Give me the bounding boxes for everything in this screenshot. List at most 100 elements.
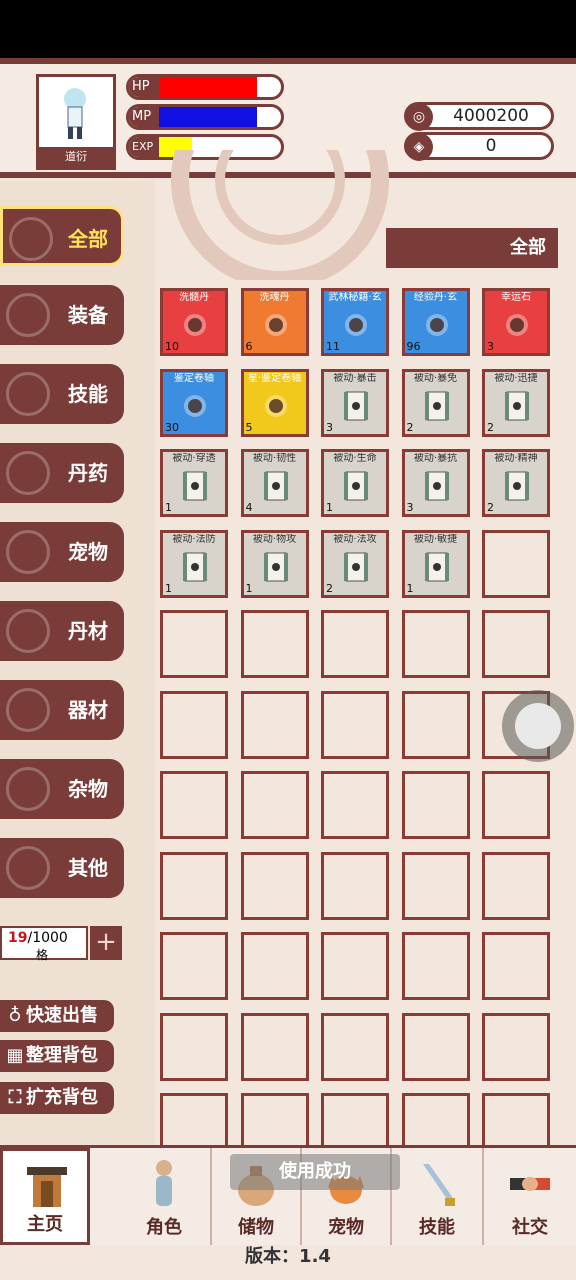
empty-slot[interactable] bbox=[160, 932, 228, 1000]
empty-slot[interactable] bbox=[482, 851, 550, 920]
item-count: 1 bbox=[165, 581, 172, 595]
category-tab[interactable]: 丹材 bbox=[0, 601, 124, 661]
item-count: 11 bbox=[326, 340, 340, 353]
empty-slot[interactable] bbox=[321, 932, 389, 1000]
floating-assist-button[interactable] bbox=[502, 690, 574, 762]
category-tab[interactable]: 杂物 bbox=[0, 759, 124, 819]
item-name: 被动·暴击 bbox=[333, 372, 377, 384]
nav-role[interactable]: 角色 bbox=[118, 1148, 210, 1245]
gate-icon bbox=[27, 1167, 67, 1207]
inventory-item[interactable]: 被动·法攻 2 bbox=[321, 529, 389, 598]
passive-scroll-icon bbox=[344, 471, 368, 501]
nav-home[interactable]: 主页 bbox=[0, 1148, 90, 1245]
item-count: 96 bbox=[406, 340, 421, 353]
inventory-item[interactable]: 幸运石 3 bbox=[482, 288, 550, 356]
nav-social[interactable]: 社交 bbox=[482, 1148, 576, 1245]
item-name: 被动·迅捷 bbox=[494, 372, 538, 384]
empty-slot[interactable] bbox=[401, 690, 470, 759]
empty-slot[interactable] bbox=[401, 932, 470, 1000]
category-tab[interactable]: 装备 bbox=[0, 285, 124, 345]
decor-emblem bbox=[171, 150, 389, 280]
empty-slot[interactable] bbox=[482, 932, 550, 1000]
category-tab[interactable]: 丹药 bbox=[0, 443, 124, 503]
category-label: 丹药 bbox=[68, 461, 108, 485]
inventory-item[interactable]: 洗髓丹 10 bbox=[160, 288, 228, 356]
inventory-item[interactable]: 被动·暴击 3 bbox=[321, 368, 389, 437]
passive-scroll-icon bbox=[424, 391, 449, 420]
inventory-item[interactable]: 被动·韧性 4 bbox=[240, 449, 309, 517]
sort-bag-button[interactable]: ▦ 整理背包 bbox=[0, 1040, 114, 1072]
empty-slot[interactable] bbox=[401, 610, 470, 678]
empty-slot[interactable] bbox=[321, 771, 389, 839]
category-label: 丹材 bbox=[68, 619, 108, 643]
empty-slot[interactable] bbox=[482, 771, 550, 839]
inventory-item[interactable]: 被动·暴抗 3 bbox=[401, 449, 470, 517]
empty-slot[interactable] bbox=[482, 529, 550, 598]
passive-scroll-icon bbox=[344, 391, 368, 420]
inventory-item[interactable]: 星·鉴定卷轴 5 bbox=[240, 368, 309, 437]
empty-slot[interactable] bbox=[482, 610, 550, 678]
category-tab[interactable]: 器材 bbox=[0, 680, 124, 740]
inventory-item[interactable]: 被动·暴免 2 bbox=[401, 368, 470, 437]
inventory-item[interactable]: 鉴定卷轴 30 bbox=[160, 368, 228, 437]
expand-bag-button[interactable]: ⛶ 扩充背包 bbox=[0, 1082, 114, 1114]
empty-slot[interactable] bbox=[401, 771, 470, 839]
nav-skill[interactable]: 技能 bbox=[390, 1148, 482, 1245]
empty-slot[interactable] bbox=[160, 690, 228, 759]
fire-orb-icon bbox=[264, 314, 287, 336]
emblem-icon bbox=[6, 767, 50, 811]
gem-icon: ◈ bbox=[405, 133, 433, 161]
inventory-item[interactable]: 被动·穿透 1 bbox=[160, 449, 228, 517]
empty-slot[interactable] bbox=[240, 932, 309, 1000]
item-name: 被动·生命 bbox=[333, 453, 377, 464]
empty-slot[interactable] bbox=[321, 1012, 389, 1081]
empty-slot[interactable] bbox=[321, 851, 389, 920]
add-capacity-button[interactable]: + bbox=[90, 926, 122, 960]
item-count: 2 bbox=[487, 501, 494, 514]
empty-slot[interactable] bbox=[240, 610, 309, 678]
passive-scroll-icon bbox=[183, 552, 207, 581]
item-count: 1 bbox=[326, 501, 333, 514]
item-count: 2 bbox=[326, 581, 333, 595]
avatar[interactable]: 道衍 bbox=[36, 74, 116, 170]
empty-slot[interactable] bbox=[240, 851, 309, 920]
empty-slot[interactable] bbox=[240, 690, 309, 759]
empty-slot[interactable] bbox=[160, 771, 228, 839]
inventory-item[interactable]: 被动·精神 2 bbox=[482, 449, 550, 517]
empty-slot[interactable] bbox=[240, 1012, 309, 1081]
filter-tab-label: 全部 bbox=[510, 237, 546, 258]
empty-slot[interactable] bbox=[160, 851, 228, 920]
empty-slot[interactable] bbox=[321, 690, 389, 759]
coin-icon: ◎ bbox=[405, 103, 433, 131]
item-count: 6 bbox=[245, 340, 253, 353]
quick-sell-button[interactable]: ♁ 快速出售 bbox=[0, 1000, 114, 1032]
bag-capacity: 19/1000 格 bbox=[0, 926, 88, 962]
inventory-item[interactable]: 被动·迅捷 2 bbox=[482, 368, 550, 437]
category-tab[interactable]: 技能 bbox=[0, 364, 124, 424]
passive-scroll-icon bbox=[344, 552, 368, 581]
empty-slot[interactable] bbox=[482, 1012, 550, 1081]
empty-slot[interactable] bbox=[401, 1012, 470, 1081]
inventory-item[interactable]: 被动·物攻 1 bbox=[240, 529, 309, 598]
item-name: 被动·法防 bbox=[172, 533, 216, 545]
empty-slot[interactable] bbox=[160, 1012, 228, 1081]
category-tab[interactable]: 全部 bbox=[0, 206, 124, 266]
passive-scroll-icon bbox=[183, 471, 207, 501]
inventory-item[interactable]: 武林秘籍·玄 11 bbox=[321, 288, 389, 356]
character-portrait-icon bbox=[64, 88, 86, 139]
empty-slot[interactable] bbox=[240, 771, 309, 839]
inventory-item[interactable]: 被动·法防 1 bbox=[160, 529, 228, 598]
filter-tab-all[interactable]: 全部 bbox=[386, 228, 558, 268]
category-tab[interactable]: 其他 bbox=[0, 838, 124, 898]
inventory-item[interactable]: 洗魂丹 6 bbox=[240, 288, 309, 356]
empty-slot[interactable] bbox=[321, 610, 389, 678]
item-count: 1 bbox=[406, 581, 414, 595]
empty-slot[interactable] bbox=[401, 851, 470, 920]
inventory-item[interactable]: 经验丹·玄 96 bbox=[401, 288, 470, 356]
empty-slot[interactable] bbox=[160, 610, 228, 678]
mp-fill bbox=[159, 107, 257, 127]
category-tab[interactable]: 宠物 bbox=[0, 522, 124, 582]
inventory-item[interactable]: 被动·生命 1 bbox=[321, 449, 389, 517]
inventory-item[interactable]: 被动·敏捷 1 bbox=[401, 529, 470, 598]
item-count: 4 bbox=[245, 501, 253, 514]
